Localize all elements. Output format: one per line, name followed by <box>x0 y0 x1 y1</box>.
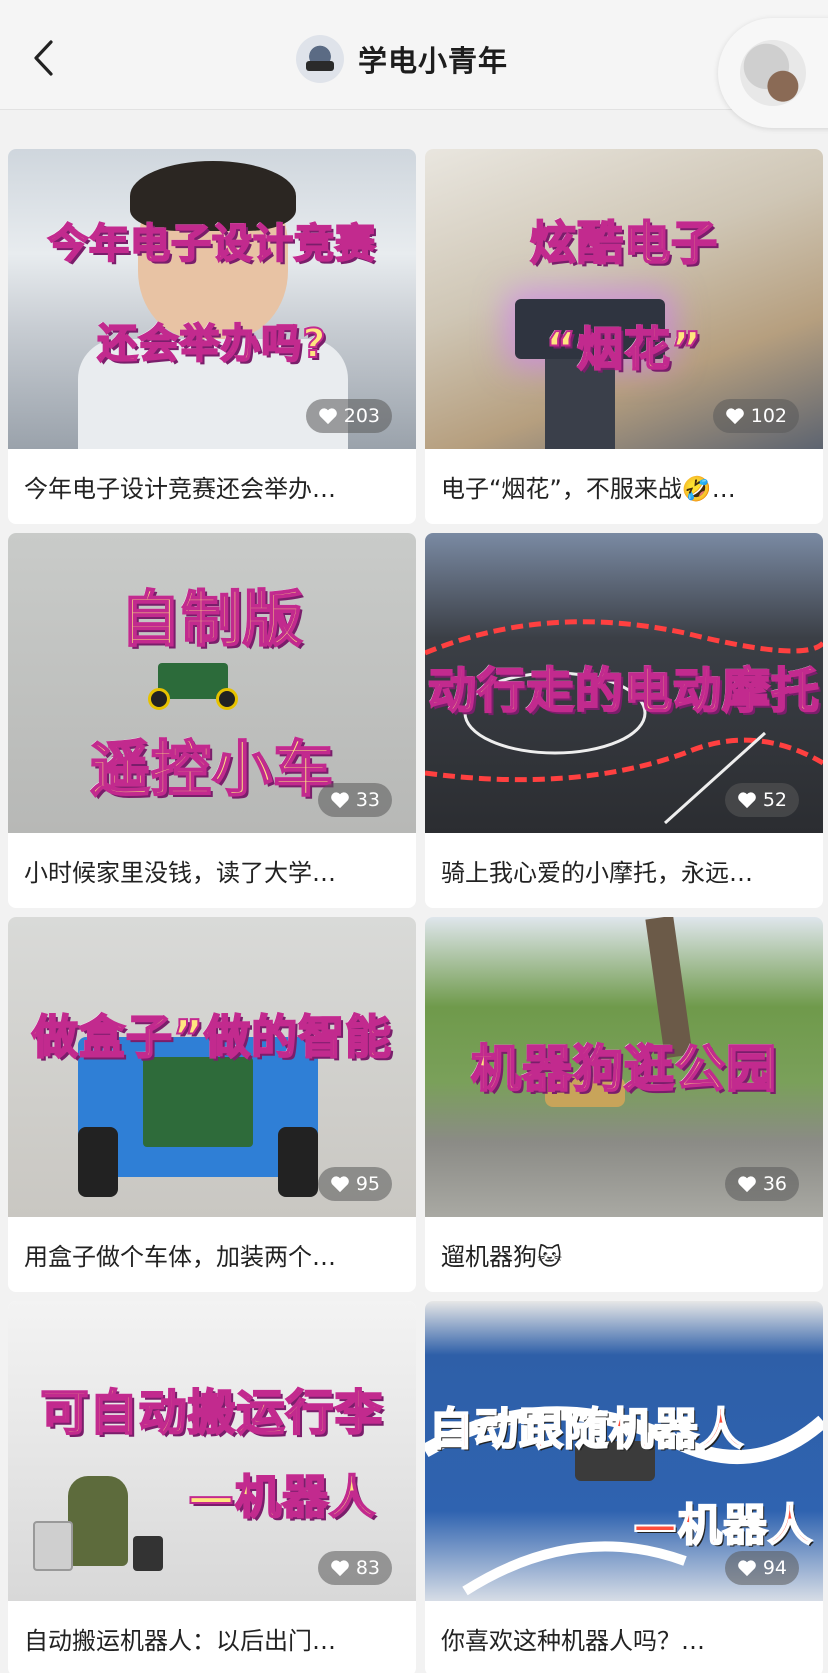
video-card[interactable]: 自制版 遥控小车 33 小时候家里没钱，读了大学… <box>8 533 416 908</box>
video-card[interactable]: 炫酷电子 “烟花” 102 电子“烟花”，不服来战🤣… <box>425 149 823 524</box>
like-count-badge: 52 <box>724 783 799 817</box>
like-count: 94 <box>762 1557 787 1579</box>
like-count: 52 <box>762 789 787 811</box>
video-card[interactable]: 自动跟随机器人 —机器人 94 你喜欢这种机器人吗？… <box>425 1301 823 1673</box>
video-caption[interactable]: 骑上我心爱的小摩托，永远… <box>425 833 823 908</box>
like-count-badge: 94 <box>724 1551 799 1585</box>
person-figure <box>68 1476 128 1566</box>
video-thumbnail[interactable]: 自制版 遥控小车 33 <box>8 533 416 833</box>
video-card[interactable]: 机器狗逛公园 36 遛机器狗🐱 <box>425 917 823 1292</box>
thumbnail-overlay-text: 还会举办吗? <box>96 320 327 368</box>
heart-icon <box>330 1560 349 1577</box>
heart-icon <box>318 408 337 425</box>
video-card[interactable]: 动行走的电动摩托 52 骑上我心爱的小摩托，永远… <box>425 533 823 908</box>
video-thumbnail[interactable]: 自动跟随机器人 —机器人 94 <box>425 1301 823 1601</box>
heart-icon <box>330 1176 349 1193</box>
like-count-badge: 33 <box>317 783 392 817</box>
video-thumbnail[interactable]: 炫酷电子 “烟花” 102 <box>425 149 823 449</box>
video-caption[interactable]: 小时候家里没钱，读了大学… <box>8 833 416 908</box>
like-count-badge: 203 <box>305 399 392 433</box>
video-card[interactable]: 今年电子设计竞赛 还会举办吗? 203 今年电子设计竞赛还会举办… <box>8 149 416 524</box>
thumbnail-overlay-text: 今年电子设计竞赛 <box>47 220 376 268</box>
video-caption[interactable]: 自动搬运机器人：以后出门… <box>8 1601 416 1673</box>
thumbnail-overlay-text: 可自动搬运行李 <box>39 1384 384 1442</box>
carrier-robot <box>133 1536 163 1571</box>
channel-title: 学电小青年 <box>358 44 509 78</box>
like-count: 102 <box>750 405 787 427</box>
heart-icon <box>725 408 744 425</box>
video-caption[interactable]: 用盒子做个车体，加装两个… <box>8 1217 416 1292</box>
video-caption[interactable]: 今年电子设计竞赛还会举办… <box>8 449 416 524</box>
video-card[interactable]: 做盒子”做的智能 95 用盒子做个车体，加装两个… <box>8 917 416 1292</box>
thumbnail-overlay-text: —机器人 <box>187 1469 376 1525</box>
heart-icon <box>330 792 349 809</box>
like-count: 36 <box>762 1173 787 1195</box>
chevron-left-icon <box>34 40 53 76</box>
user-avatar[interactable] <box>740 40 806 106</box>
thumbnail-overlay-text: 自动跟随机器人 <box>428 1403 744 1456</box>
channel-header[interactable]: 学电小青年 <box>296 34 508 84</box>
thumbnail-overlay-text: 自制版 <box>120 584 304 656</box>
video-card[interactable]: 可自动搬运行李 —机器人 83 自动搬运机器人：以后出门… <box>8 1301 416 1673</box>
video-thumbnail[interactable]: 今年电子设计竞赛 还会举办吗? 203 <box>8 149 416 449</box>
top-bar: 学电小青年 <box>0 0 828 128</box>
thumbnail-overlay-text: 做盒子”做的智能 <box>31 1009 393 1065</box>
video-thumbnail[interactable]: 做盒子”做的智能 95 <box>8 917 416 1217</box>
like-count: 203 <box>343 405 380 427</box>
video-caption[interactable]: 电子“烟花”，不服来战🤣… <box>425 449 823 524</box>
user-profile-chip[interactable] <box>718 18 828 128</box>
heart-icon <box>737 1176 756 1193</box>
heart-icon <box>737 792 756 809</box>
channel-avatar[interactable] <box>296 35 344 83</box>
video-thumbnail[interactable]: 机器狗逛公园 36 <box>425 917 823 1217</box>
thumbnail-overlay-text: 动行走的电动摩托 <box>427 662 820 720</box>
thumbnail-overlay-text: 机器狗逛公园 <box>470 1039 777 1099</box>
wheel <box>148 688 170 710</box>
video-thumbnail[interactable]: 可自动搬运行李 —机器人 83 <box>8 1301 416 1601</box>
heart-icon <box>737 1560 756 1577</box>
like-count-badge: 95 <box>317 1167 392 1201</box>
like-count-badge: 36 <box>724 1167 799 1201</box>
like-count-badge: 102 <box>712 399 799 433</box>
wheel <box>216 688 238 710</box>
like-count-badge: 83 <box>317 1551 392 1585</box>
thumbnail-overlay-text: —机器人 <box>632 1499 813 1552</box>
thumbnail-overlay-text: “烟花” <box>545 321 703 377</box>
suitcase <box>33 1521 73 1571</box>
wheel <box>278 1127 318 1197</box>
wheel <box>78 1127 118 1197</box>
back-button[interactable] <box>24 36 64 80</box>
like-count: 83 <box>355 1557 380 1579</box>
video-caption[interactable]: 你喜欢这种机器人吗？… <box>425 1601 823 1673</box>
circuit-board <box>143 1057 253 1147</box>
like-count: 95 <box>355 1173 380 1195</box>
thumbnail-overlay-text: 炫酷电子 <box>529 215 718 271</box>
video-caption[interactable]: 遛机器狗🐱 <box>425 1217 823 1292</box>
video-grid: 今年电子设计竞赛 还会举办吗? 203 今年电子设计竞赛还会举办… 炫酷电子 “… <box>8 149 823 1673</box>
video-thumbnail[interactable]: 动行走的电动摩托 52 <box>425 533 823 833</box>
like-count: 33 <box>355 789 380 811</box>
